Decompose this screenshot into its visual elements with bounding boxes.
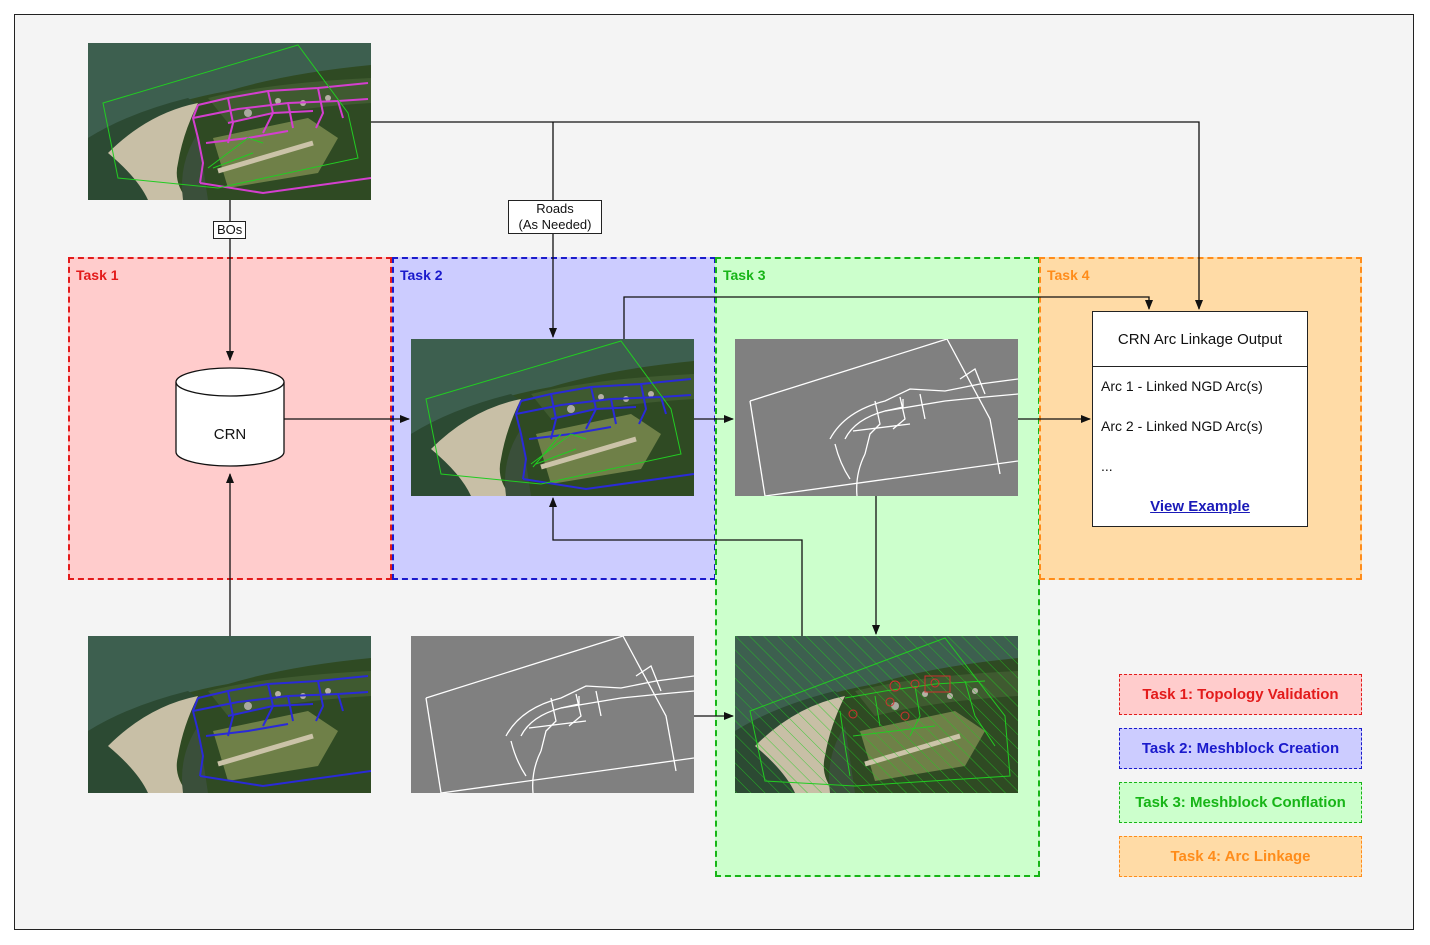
edge-label-roads-line2: (As Needed) (518, 217, 592, 232)
output-title: CRN Arc Linkage Output (1093, 312, 1307, 367)
edge-label-roads-line1: Roads (536, 201, 574, 216)
edge-label-roads: Roads (As Needed) (508, 200, 602, 234)
crn-label: CRN (213, 426, 247, 443)
output-row-arc1: Arc 1 - Linked NGD Arc(s) (1101, 378, 1263, 394)
output-row-arc2: Arc 2 - Linked NGD Arc(s) (1101, 418, 1263, 434)
legend-task-2: Task 2: Meshblock Creation (1119, 728, 1362, 769)
output-row-ellipsis: ... (1101, 458, 1113, 474)
edge-label-bos: BOs (213, 221, 247, 239)
legend-task-3: Task 3: Meshblock Conflation (1119, 782, 1362, 823)
view-example-link[interactable]: View Example (1093, 498, 1307, 515)
legend-task-1: Task 1: Topology Validation (1119, 674, 1362, 715)
crn-database-icon (175, 367, 285, 467)
legend-task-4: Task 4: Arc Linkage (1119, 836, 1362, 877)
crn-arc-linkage-output: CRN Arc Linkage Output Arc 1 - Linked NG… (1092, 311, 1308, 527)
